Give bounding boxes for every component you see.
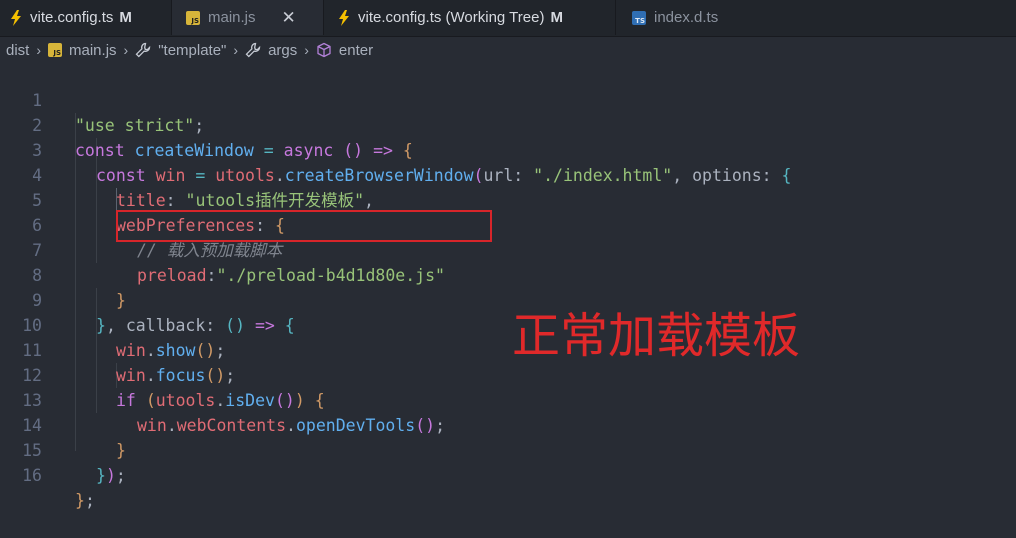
editor-tab-bar: vite.config.ts M JS main.js ✕ vite.confi… [0, 0, 1016, 37]
code-editor[interactable]: 1 "use strict"; 2 const createWindow = a… [0, 63, 1016, 510]
code-line: 3 const win = utools.createBrowserWindow… [0, 113, 1016, 185]
code-line: 4 title: "utools插件开发模板", [0, 138, 1016, 210]
breadcrumb-item-args[interactable]: args [245, 42, 297, 59]
code-line: 5 webPreferences: { [0, 163, 1016, 235]
breadcrumb-label: enter [338, 41, 374, 59]
code-line: 10 win.show(); [0, 288, 1016, 360]
code-line: 14 } [0, 388, 1016, 460]
highlight-box [116, 210, 492, 242]
code-line: 13 win.webContents.openDevTools(); [0, 363, 1016, 435]
js-file-icon: JS [48, 43, 63, 57]
tab-index-d-ts[interactable]: TS index.d.ts [616, 0, 756, 35]
code-line: 15 }); [0, 413, 1016, 485]
breadcrumb-item-dist[interactable]: dist [6, 42, 29, 59]
tab-label: vite.config.ts [30, 9, 114, 26]
bolt-icon [339, 9, 349, 26]
tab-main-js[interactable]: JS main.js ✕ [172, 0, 324, 35]
annotation-text: 正常加载模板 [512, 308, 801, 364]
breadcrumb-label: main.js [69, 41, 117, 59]
breadcrumb: dist › JS main.js › "template" › args › … [0, 37, 1016, 63]
chevron-right-icon: › [304, 42, 309, 58]
wrench-icon [245, 42, 261, 58]
breadcrumb-label: dist [6, 41, 30, 59]
breadcrumb-item-main-js[interactable]: JS main.js [48, 42, 117, 59]
line-number: 16 [22, 466, 42, 485]
tab-vite-config-working-tree[interactable]: vite.config.ts (Working Tree) M [324, 0, 616, 35]
tab-label: index.d.ts [654, 9, 719, 26]
modified-badge: M [119, 9, 132, 26]
code-line: 11 win.focus(); [0, 313, 1016, 385]
breadcrumb-label: args [268, 41, 298, 59]
tab-label: vite.config.ts (Working Tree) [358, 9, 545, 26]
breadcrumb-item-enter[interactable]: enter [316, 42, 373, 59]
code-line: 9 }, callback: () => { [0, 263, 1016, 335]
modified-badge: M [550, 9, 563, 26]
tab-vite-config[interactable]: vite.config.ts M [0, 0, 172, 35]
chevron-right-icon: › [233, 42, 239, 58]
chevron-right-icon: › [36, 42, 42, 58]
bolt-icon [11, 9, 21, 26]
ts-file-icon: TS [632, 10, 646, 25]
js-file-icon: JS [186, 10, 200, 25]
code-line: 2 const createWindow = async () => { [0, 88, 1016, 160]
breadcrumb-label: "template" [158, 41, 227, 59]
wrench-icon [135, 42, 151, 58]
tab-label: main.js [208, 9, 256, 26]
code-line: 12 if (utools.isDev()) { [0, 338, 1016, 410]
cube-icon [317, 42, 331, 58]
code-line: 1 "use strict"; [0, 63, 1016, 135]
chevron-right-icon: › [123, 42, 129, 58]
close-icon[interactable]: ✕ [282, 8, 296, 28]
breadcrumb-item-template[interactable]: "template" [135, 42, 226, 59]
